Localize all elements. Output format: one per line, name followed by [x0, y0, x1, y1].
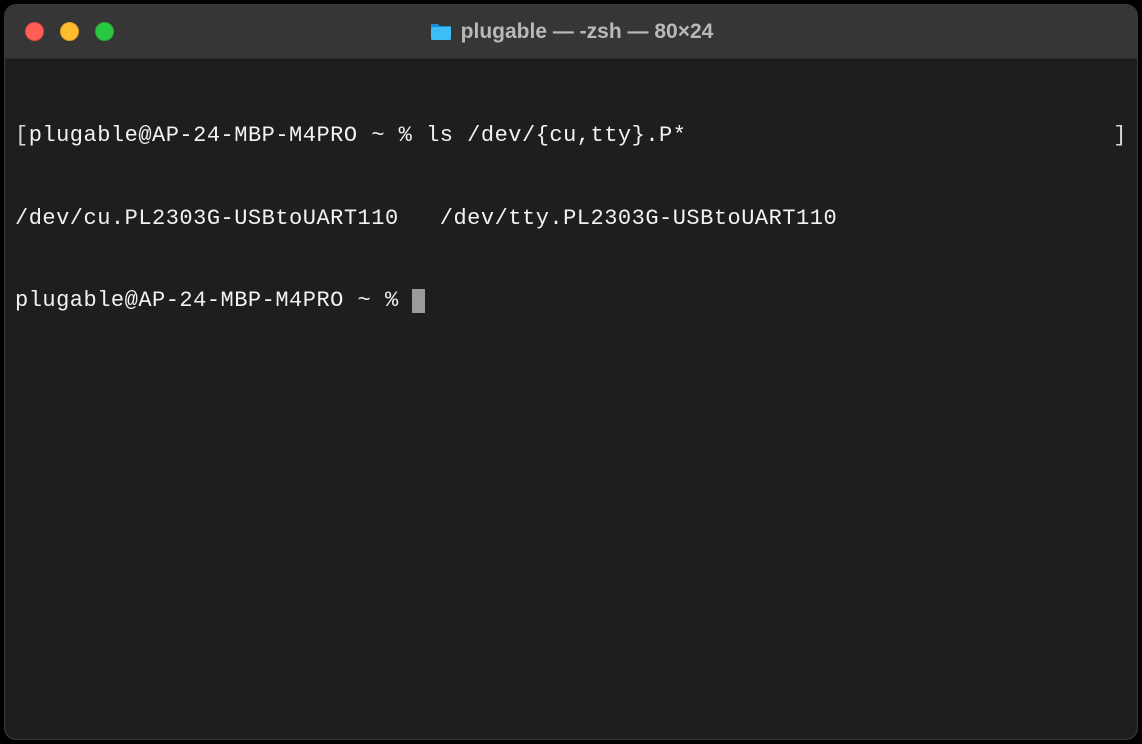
window-title: plugable — -zsh — 80×24 — [461, 20, 714, 44]
shell-prompt: plugable@AP-24-MBP-M4PRO ~ % — [29, 123, 426, 148]
shell-prompt-current: plugable@AP-24-MBP-M4PRO ~ % — [15, 287, 412, 315]
terminal-window: plugable — -zsh — 80×24 [plugable@AP-24-… — [4, 4, 1138, 740]
title-bar: plugable — -zsh — 80×24 — [5, 5, 1137, 59]
bracket-open: [ — [15, 123, 29, 148]
minimize-button[interactable] — [60, 22, 79, 41]
output-gap — [399, 205, 440, 233]
folder-icon — [429, 22, 453, 42]
bracket-close: ] — [1113, 122, 1127, 150]
line1-left: [plugable@AP-24-MBP-M4PRO ~ % ls /dev/{c… — [15, 122, 686, 150]
terminal-body[interactable]: [plugable@AP-24-MBP-M4PRO ~ % ls /dev/{c… — [5, 59, 1137, 739]
terminal-line-1: [plugable@AP-24-MBP-M4PRO ~ % ls /dev/{c… — [15, 122, 1127, 150]
terminal-line-3: plugable@AP-24-MBP-M4PRO ~ % — [15, 287, 1127, 315]
close-button[interactable] — [25, 22, 44, 41]
terminal-line-2: /dev/cu.PL2303G-USBtoUART110 /dev/tty.PL… — [15, 205, 1127, 233]
title-content: plugable — -zsh — 80×24 — [5, 20, 1137, 44]
zoom-button[interactable] — [95, 22, 114, 41]
output-device-1: /dev/cu.PL2303G-USBtoUART110 — [15, 205, 399, 233]
output-device-2: /dev/tty.PL2303G-USBtoUART110 — [440, 205, 837, 233]
cursor-icon — [412, 289, 425, 313]
traffic-lights — [5, 22, 114, 41]
shell-command: ls /dev/{cu,tty}.P* — [426, 123, 686, 148]
